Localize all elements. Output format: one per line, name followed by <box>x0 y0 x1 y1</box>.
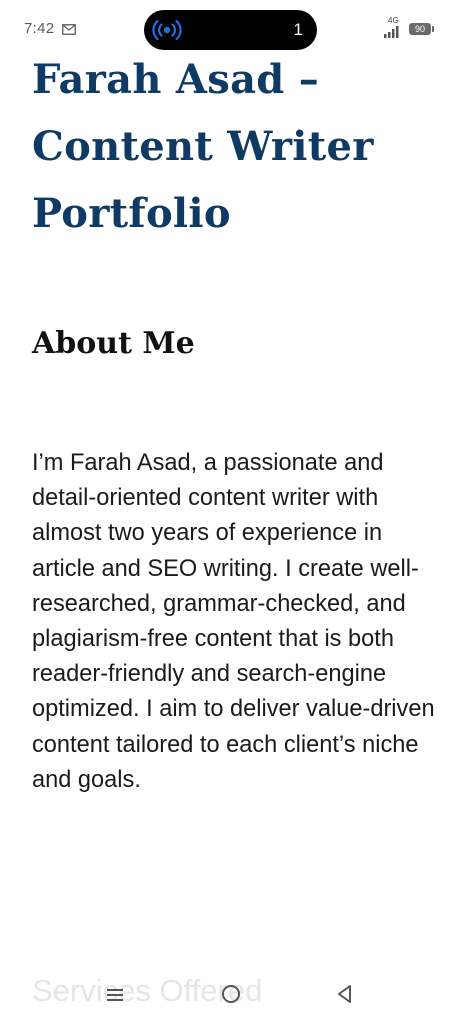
live-count: 1 <box>293 20 303 39</box>
gmail-icon <box>62 22 76 40</box>
status-time: 7:42 <box>24 20 55 37</box>
page-title: Farah Asad – Content Writer Portfolio <box>32 56 374 237</box>
broadcast-icon <box>152 18 182 47</box>
signal-icon: 4G <box>382 16 408 40</box>
menu-icon[interactable] <box>104 983 126 1007</box>
battery-level: 90 <box>414 24 425 34</box>
about-heading: About Me <box>32 326 195 361</box>
live-activity-pill[interactable]: 1 <box>144 10 317 50</box>
battery-icon: 90 <box>409 23 434 35</box>
about-paragraph: I’m Farah Asad, a passionate and detail-… <box>32 450 435 793</box>
home-icon[interactable] <box>219 982 243 1006</box>
back-icon[interactable] <box>334 982 356 1006</box>
navigation-bar <box>0 970 461 1024</box>
